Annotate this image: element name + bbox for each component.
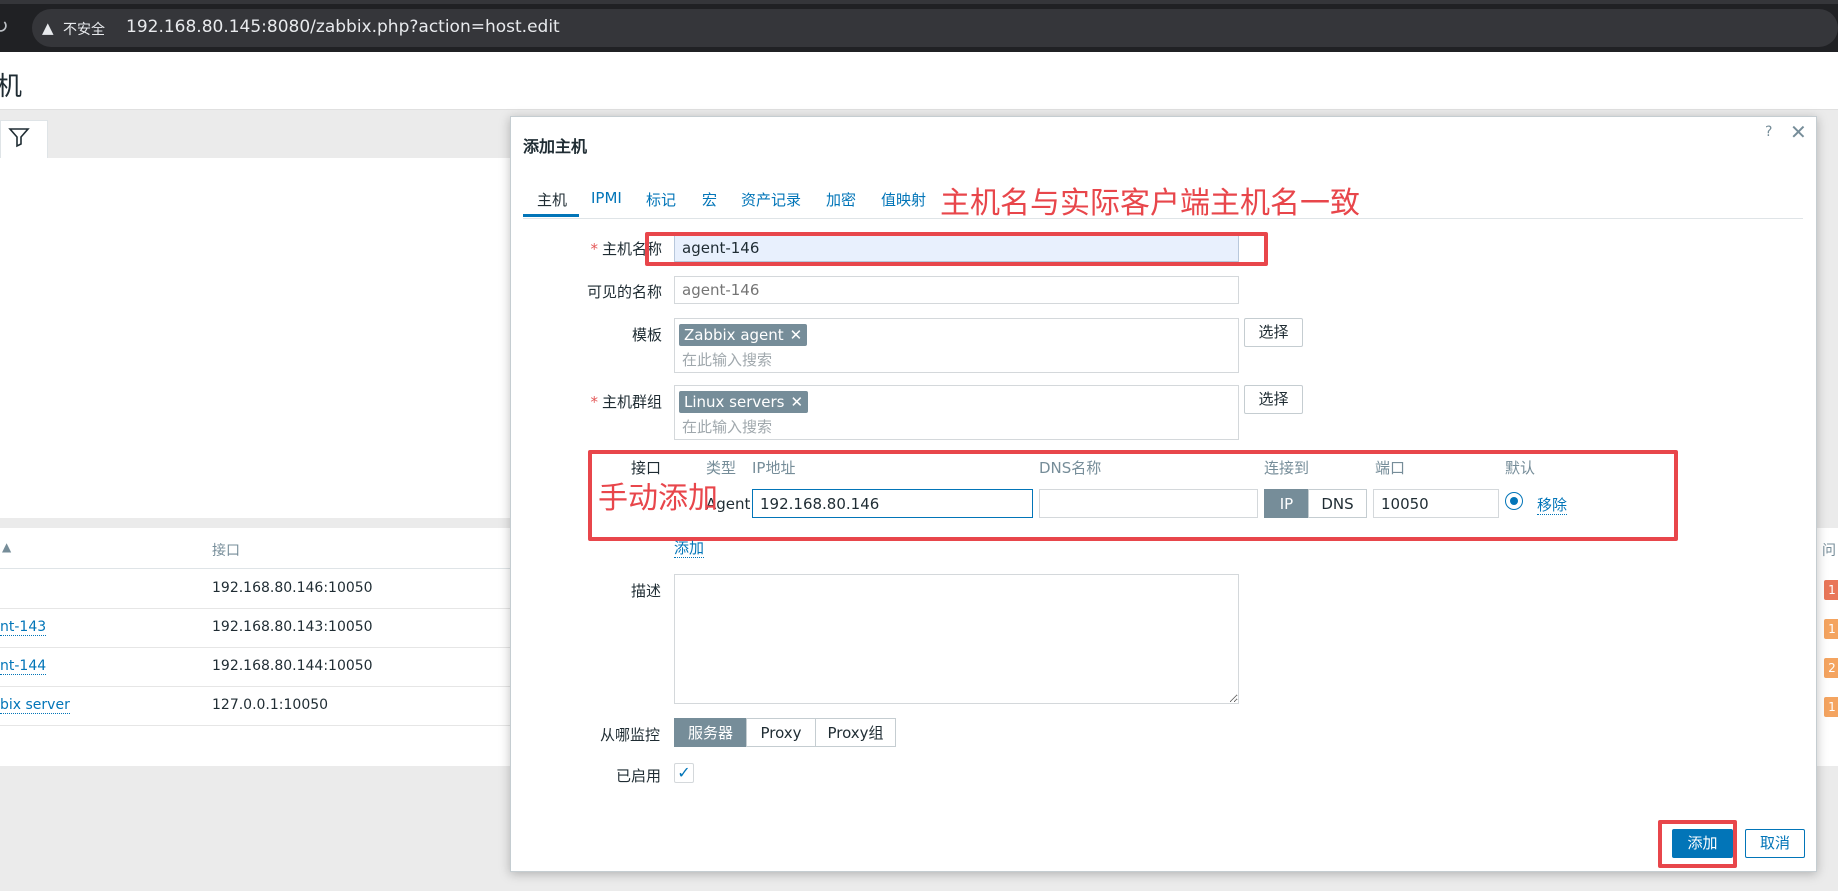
problem-badge[interactable]: 1: [1824, 580, 1838, 600]
visible-name-input[interactable]: [674, 276, 1239, 304]
cancel-button[interactable]: 取消: [1745, 829, 1805, 858]
url-text[interactable]: 192.168.80.145:8080/zabbix.php?action=ho…: [126, 17, 560, 37]
hostname-annotation: 主机名与实际客户端主机名一致: [940, 186, 1360, 221]
required-marker: *: [590, 240, 598, 258]
select-host-groups-button[interactable]: 选择: [1244, 385, 1303, 414]
column-header-problems[interactable]: 问: [1822, 540, 1836, 560]
table-row: nt-144 192.168.80.144:10050: [0, 648, 540, 687]
active-tab-indicator: [523, 214, 579, 217]
table-row: 192.168.80.146:10050: [0, 570, 540, 609]
page-title: 机: [0, 72, 23, 102]
monitored-by-proxy-option[interactable]: Proxy: [746, 718, 816, 747]
host-link[interactable]: bix server: [0, 697, 70, 714]
browser-tabstrip: [0, 0, 1838, 4]
description-label: 描述: [631, 582, 662, 600]
problem-badge[interactable]: 1: [1824, 697, 1838, 717]
reload-icon[interactable]: ↻: [0, 14, 12, 38]
tab-inventory[interactable]: 资产记录: [741, 189, 801, 210]
host-interface: 192.168.80.144:10050: [212, 658, 373, 674]
templates-label: 模板: [631, 326, 662, 344]
host-groups-label-text: 主机群组: [601, 393, 662, 411]
monitored-by-proxy-group-option[interactable]: Proxy组: [815, 718, 896, 747]
monitored-by-label: 从哪监控: [600, 726, 661, 744]
filter-icon[interactable]: [8, 126, 30, 154]
host-groups-search-placeholder[interactable]: 在此输入搜索: [682, 416, 772, 437]
add-interface-link-text[interactable]: 添加: [674, 539, 705, 558]
monitored-by-toggle: 服务器 Proxy Proxy组: [674, 718, 896, 747]
enabled-label: 已启用: [616, 767, 662, 785]
template-chip: Zabbix agent ✕: [679, 324, 808, 346]
tab-host[interactable]: 主机: [537, 189, 567, 210]
host-groups-multiselect[interactable]: Linux servers ✕ 在此输入搜索: [674, 385, 1239, 440]
help-icon[interactable]: ?: [1765, 124, 1772, 140]
warning-icon[interactable]: ▲: [42, 19, 54, 37]
close-icon[interactable]: ✕: [1790, 120, 1807, 144]
highlight-box: [588, 450, 1678, 541]
host-group-chip: Linux servers ✕: [679, 391, 809, 413]
remove-chip-icon[interactable]: ✕: [790, 393, 803, 411]
table-row: bix server 127.0.0.1:10050: [0, 687, 540, 726]
remove-chip-icon[interactable]: ✕: [790, 326, 803, 344]
tab-value-mapping[interactable]: 值映射: [881, 189, 926, 210]
templates-multiselect[interactable]: Zabbix agent ✕ 在此输入搜索: [674, 318, 1239, 373]
security-label[interactable]: 不安全: [63, 19, 105, 39]
column-header-interface[interactable]: 接口: [212, 540, 240, 560]
tab-ipmi[interactable]: IPMI: [591, 189, 622, 207]
select-templates-button[interactable]: 选择: [1244, 318, 1303, 347]
enabled-checkbox[interactable]: ✓: [674, 763, 694, 783]
page-header: [0, 52, 1838, 110]
sort-asc-icon[interactable]: ▲: [2, 540, 11, 554]
highlight-box: [1658, 820, 1737, 868]
add-interface-link[interactable]: 添加: [674, 537, 705, 558]
host-interface: 192.168.80.146:10050: [212, 580, 373, 596]
monitored-by-server-option[interactable]: 服务器: [674, 718, 747, 747]
host-groups-label: * 主机群组: [512, 391, 662, 412]
host-name-label: * 主机名称: [512, 238, 662, 259]
host-link[interactable]: nt-143: [0, 619, 47, 636]
problem-badge[interactable]: 2: [1824, 658, 1838, 678]
tab-macros[interactable]: 宏: [702, 189, 717, 210]
description-textarea[interactable]: [674, 574, 1239, 704]
table-row: nt-143 192.168.80.143:10050: [0, 609, 540, 648]
visible-name-label: 可见的名称: [586, 283, 662, 301]
tab-tags[interactable]: 标记: [646, 189, 676, 210]
dialog-title: 添加主机: [523, 137, 588, 156]
template-chip-label: Zabbix agent: [684, 326, 784, 344]
tab-encryption[interactable]: 加密: [826, 189, 856, 210]
highlight-box: [645, 232, 1268, 266]
host-interface: 192.168.80.143:10050: [212, 619, 373, 635]
host-link[interactable]: nt-144: [0, 658, 47, 675]
problem-badge[interactable]: 1: [1824, 619, 1838, 639]
filter-panel: [0, 158, 540, 518]
required-marker: *: [590, 393, 598, 411]
templates-search-placeholder[interactable]: 在此输入搜索: [682, 349, 772, 370]
host-group-chip-label: Linux servers: [684, 393, 785, 411]
host-interface: 127.0.0.1:10050: [212, 697, 329, 713]
